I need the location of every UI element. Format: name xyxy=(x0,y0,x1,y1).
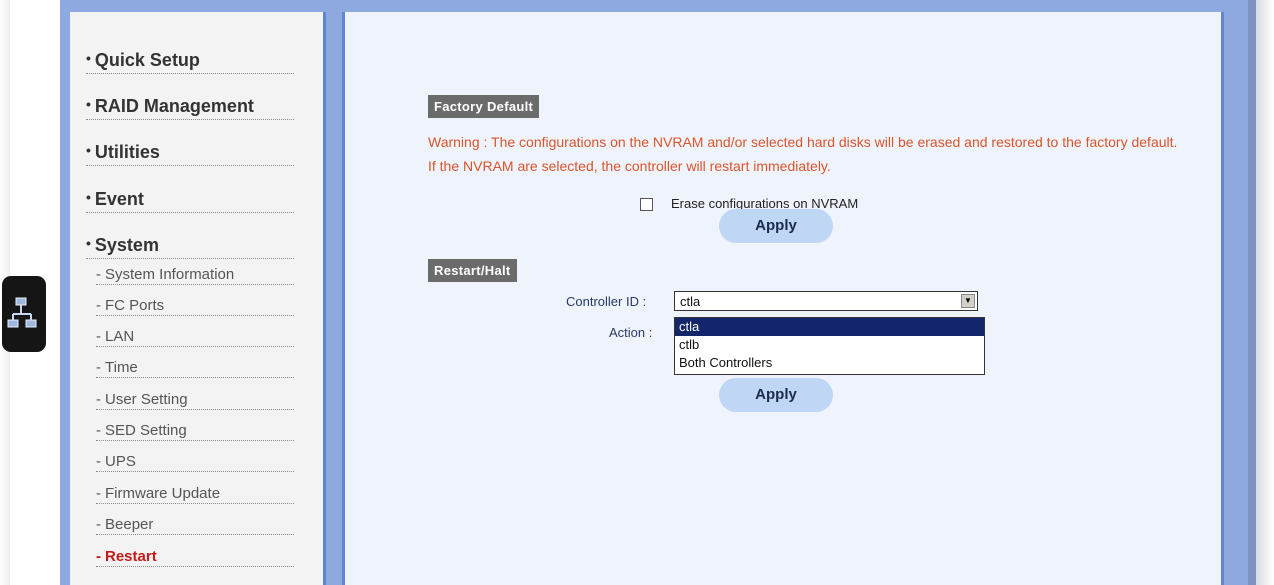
nav-raid-management[interactable]: • RAID Management xyxy=(86,96,294,120)
subnav-firmware-update[interactable]: - Firmware Update xyxy=(96,485,294,504)
dropdown-option-ctla[interactable]: ctla xyxy=(675,318,984,336)
dash-icon: - xyxy=(96,422,101,439)
subnav-time[interactable]: - Time xyxy=(96,359,294,378)
subnav-label: UPS xyxy=(105,453,136,470)
bullet-icon: • xyxy=(86,142,91,158)
bullet-icon: • xyxy=(86,189,91,205)
subnav-restart[interactable]: - Restart xyxy=(96,548,294,567)
restart-halt-header: Restart/Halt xyxy=(428,259,517,282)
subnav-label: User Setting xyxy=(105,391,188,408)
action-label: Action : xyxy=(609,325,653,340)
subnav-lan[interactable]: - LAN xyxy=(96,328,294,347)
dash-icon: - xyxy=(96,297,101,314)
dash-icon: - xyxy=(96,516,101,533)
bullet-icon: • xyxy=(86,235,91,251)
subnav-label: LAN xyxy=(105,328,135,345)
subnav-label: FC Ports xyxy=(105,297,165,314)
controller-id-label: Controller ID : xyxy=(566,294,647,309)
subnav-label: Time xyxy=(105,359,138,376)
factory-default-header: Factory Default xyxy=(428,95,540,118)
nav-system[interactable]: • System xyxy=(86,235,294,259)
dash-icon: - xyxy=(96,453,101,470)
dash-icon: - xyxy=(96,485,101,502)
subnav-label: Beeper xyxy=(105,516,154,533)
frame-right-border xyxy=(1248,0,1256,585)
subnav-beeper[interactable]: - Beeper xyxy=(96,516,294,535)
nav-utilities[interactable]: • Utilities xyxy=(86,142,294,166)
nav-label: Event xyxy=(94,189,144,209)
sidebar: • Quick Setup • RAID Management • Utilities… xyxy=(70,12,326,585)
window-right-edge xyxy=(1256,0,1274,585)
subnav-label: Firmware Update xyxy=(105,485,221,502)
subnav-ups[interactable]: - UPS xyxy=(96,453,294,472)
controller-id-value: ctla xyxy=(680,294,701,309)
dash-icon: - xyxy=(96,328,101,345)
erase-nvram-checkbox[interactable] xyxy=(640,198,653,212)
factory-default-apply-button[interactable]: Apply xyxy=(719,209,833,243)
controller-id-select[interactable]: ctla ▼ xyxy=(674,291,978,311)
nav-label: RAID Management xyxy=(94,96,254,116)
dash-icon: - xyxy=(96,391,101,408)
restart-apply-button[interactable]: Apply xyxy=(719,378,833,412)
chevron-down-icon[interactable]: ▼ xyxy=(961,294,975,308)
subnav-sed-setting[interactable]: - SED Setting xyxy=(96,422,294,441)
bullet-icon: • xyxy=(86,96,91,112)
dropdown-option-ctlb[interactable]: ctlb xyxy=(675,336,984,354)
nav-quick-setup[interactable]: • Quick Setup xyxy=(86,50,294,74)
main-panel: Factory Default Warning : The configurat… xyxy=(342,12,1224,585)
subnav-system-information[interactable]: - System Information xyxy=(96,266,294,285)
dash-icon: - xyxy=(96,266,101,283)
nav-label: Utilities xyxy=(94,142,160,162)
subnav-label: System Information xyxy=(105,266,235,283)
nav-label: System xyxy=(94,235,159,255)
factory-default-warning: Warning : The configurations on the NVRA… xyxy=(428,134,1178,174)
bullet-icon: • xyxy=(86,50,91,66)
subnav-label: Restart xyxy=(105,548,157,565)
network-icon[interactable] xyxy=(2,276,46,352)
dash-icon: - xyxy=(96,548,101,565)
subnav-user-setting[interactable]: - User Setting xyxy=(96,391,294,410)
dropdown-option-both-controllers[interactable]: Both Controllers xyxy=(675,354,984,372)
subnav-label: SED Setting xyxy=(105,422,187,439)
nav-label: Quick Setup xyxy=(94,50,200,70)
dash-icon: - xyxy=(96,359,101,376)
subnav-fc-ports[interactable]: - FC Ports xyxy=(96,297,294,316)
controller-id-dropdown: ctla ctlb Both Controllers xyxy=(674,317,985,375)
nav-event[interactable]: • Event xyxy=(86,189,294,213)
